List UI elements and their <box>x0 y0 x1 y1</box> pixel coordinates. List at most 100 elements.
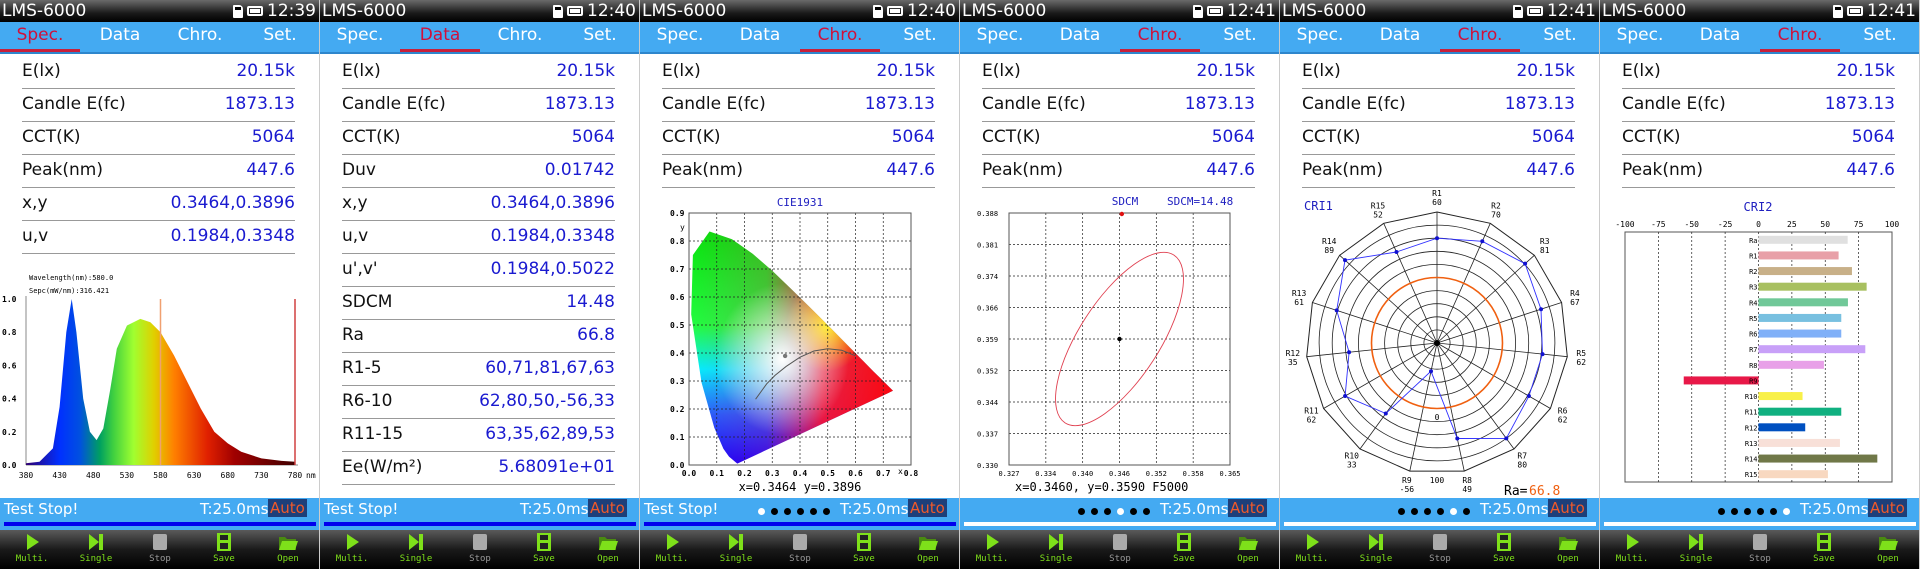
page-dot[interactable] <box>1117 508 1124 515</box>
stop-button[interactable]: Stop <box>128 530 192 569</box>
page-dot[interactable] <box>784 508 791 515</box>
page-dot[interactable] <box>1143 508 1150 515</box>
app-title: LMS-6000 <box>962 1 1047 21</box>
tab-data[interactable]: Data <box>80 22 160 52</box>
stop-button[interactable]: Stop <box>1728 530 1792 569</box>
auto-mode-button[interactable]: Auto <box>908 499 947 517</box>
step-icon <box>1024 530 1088 554</box>
open-button[interactable]: Open <box>1856 530 1919 569</box>
x-tick-label: 430 <box>52 471 67 480</box>
multi-button[interactable]: Multi. <box>960 530 1024 569</box>
tab-chro[interactable]: Chro. <box>160 22 240 52</box>
button-label: Open <box>917 554 939 564</box>
page-dot[interactable] <box>1104 508 1111 515</box>
auto-mode-button[interactable]: Auto <box>588 499 627 517</box>
page-dot[interactable] <box>1091 508 1098 515</box>
page-dot[interactable] <box>1463 508 1470 515</box>
page-dot[interactable] <box>1718 508 1725 515</box>
tab-chro[interactable]: Chro. <box>1760 22 1840 52</box>
open-button[interactable]: Open <box>1216 530 1279 569</box>
save-button[interactable]: Save <box>512 530 576 569</box>
page-dot[interactable] <box>1744 508 1751 515</box>
page-dot[interactable] <box>1450 508 1457 515</box>
tab-spec[interactable]: Spec. <box>0 22 80 52</box>
tab-set[interactable]: Set. <box>1200 22 1279 52</box>
button-label: Stop <box>469 554 491 564</box>
auto-mode-button[interactable]: Auto <box>268 499 307 517</box>
tab-data[interactable]: Data <box>720 22 800 52</box>
single-button[interactable]: Single <box>384 530 448 569</box>
save-button[interactable]: Save <box>832 530 896 569</box>
page-dot[interactable] <box>1130 508 1137 515</box>
page-dot[interactable] <box>1411 508 1418 515</box>
page-dot[interactable] <box>1783 508 1790 515</box>
stop-button[interactable]: Stop <box>1408 530 1472 569</box>
tab-chro[interactable]: Chro. <box>480 22 560 52</box>
multi-button[interactable]: Multi. <box>1600 530 1664 569</box>
page-dot[interactable] <box>1424 508 1431 515</box>
page-dot[interactable] <box>1398 508 1405 515</box>
multi-button[interactable]: Multi. <box>0 530 64 569</box>
battery-icon <box>247 6 263 16</box>
open-button[interactable]: Open <box>576 530 639 569</box>
page-dot[interactable] <box>797 508 804 515</box>
tab-spec[interactable]: Spec. <box>320 22 400 52</box>
tab-data[interactable]: Data <box>400 22 480 52</box>
tab-set[interactable]: Set. <box>1520 22 1599 52</box>
tab-spec[interactable]: Spec. <box>1280 22 1360 52</box>
sd-card-icon <box>873 4 883 18</box>
tab-set[interactable]: Set. <box>240 22 319 52</box>
measurement-row: E(lx) 20.15k <box>342 55 615 89</box>
stop-button[interactable]: Stop <box>448 530 512 569</box>
button-label: Save <box>533 554 555 564</box>
single-button[interactable]: Single <box>1024 530 1088 569</box>
open-button[interactable]: Open <box>896 530 959 569</box>
cri-point-R2 <box>1480 239 1485 244</box>
page-dot[interactable] <box>1078 508 1085 515</box>
page-dot[interactable] <box>771 508 778 515</box>
tab-set[interactable]: Set. <box>560 22 639 52</box>
page-dot[interactable] <box>810 508 817 515</box>
stop-button[interactable]: Stop <box>1088 530 1152 569</box>
single-button[interactable]: Single <box>64 530 128 569</box>
single-button[interactable]: Single <box>1664 530 1728 569</box>
measurement-row: CCT(K) 5064 <box>22 121 295 155</box>
multi-button[interactable]: Multi. <box>320 530 384 569</box>
measurement-row: Peak(nm) 447.6 <box>982 154 1255 188</box>
open-button[interactable]: Open <box>1536 530 1599 569</box>
auto-mode-button[interactable]: Auto <box>1868 499 1907 517</box>
open-button[interactable]: Open <box>256 530 319 569</box>
save-button[interactable]: Save <box>192 530 256 569</box>
tab-set[interactable]: Set. <box>880 22 959 52</box>
tab-chro[interactable]: Chro. <box>800 22 880 52</box>
tab-set[interactable]: Set. <box>1840 22 1919 52</box>
single-button[interactable]: Single <box>1344 530 1408 569</box>
auto-mode-button[interactable]: Auto <box>1548 499 1587 517</box>
single-button[interactable]: Single <box>704 530 768 569</box>
multi-button[interactable]: Multi. <box>640 530 704 569</box>
tab-chro[interactable]: Chro. <box>1440 22 1520 52</box>
radar-ring <box>1410 316 1464 370</box>
stop-button[interactable]: Stop <box>768 530 832 569</box>
page-dot[interactable] <box>1731 508 1738 515</box>
measurement-label: CCT(K) <box>982 127 1041 147</box>
save-button[interactable]: Save <box>1792 530 1856 569</box>
measurement-label: u,v <box>22 226 49 246</box>
tab-data[interactable]: Data <box>1680 22 1760 52</box>
save-button[interactable]: Save <box>1152 530 1216 569</box>
save-button[interactable]: Save <box>1472 530 1536 569</box>
page-dot[interactable] <box>1437 508 1444 515</box>
page-dot[interactable] <box>1770 508 1777 515</box>
page-dot[interactable] <box>823 508 830 515</box>
app-title: LMS-6000 <box>322 1 407 21</box>
tab-spec[interactable]: Spec. <box>1600 22 1680 52</box>
tab-spec[interactable]: Spec. <box>960 22 1040 52</box>
tab-data[interactable]: Data <box>1040 22 1120 52</box>
multi-button[interactable]: Multi. <box>1280 530 1344 569</box>
tab-data[interactable]: Data <box>1360 22 1440 52</box>
page-dot[interactable] <box>758 508 765 515</box>
auto-mode-button[interactable]: Auto <box>1228 499 1267 517</box>
tab-spec[interactable]: Spec. <box>640 22 720 52</box>
tab-chro[interactable]: Chro. <box>1120 22 1200 52</box>
page-dot[interactable] <box>1757 508 1764 515</box>
